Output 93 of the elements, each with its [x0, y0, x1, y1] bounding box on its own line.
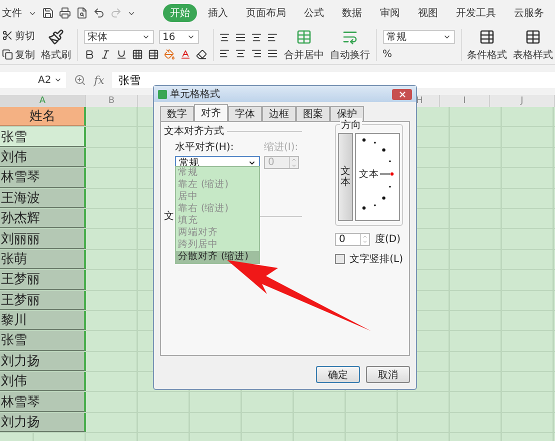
table-cell[interactable]: 王梦丽 [0, 270, 86, 290]
table-cell[interactable]: 黎川 [0, 310, 86, 330]
font-size-select[interactable]: 16 [158, 30, 198, 44]
italic-icon[interactable] [100, 49, 110, 60]
table-icon [479, 28, 495, 44]
spin-arrows-icon [289, 157, 298, 168]
cut-button[interactable]: 剪切 [2, 28, 35, 42]
table-cell[interactable]: 刘伟 [0, 372, 86, 392]
print-preview-icon[interactable] [76, 7, 88, 19]
file-menu[interactable]: 文件 [2, 6, 22, 20]
number-format-select[interactable]: 常规 [382, 30, 454, 44]
name-box[interactable]: A2 [0, 72, 66, 88]
vertical-text-button[interactable]: 文本 [338, 133, 353, 221]
ribbon-tab[interactable]: 审阅 [373, 4, 407, 22]
section-title: 文 [164, 210, 174, 223]
fill-color-icon[interactable] [164, 49, 174, 60]
border-icon[interactable] [132, 49, 142, 60]
printer-icon[interactable] [59, 7, 71, 19]
font-color-icon[interactable] [180, 49, 190, 60]
table-cell[interactable]: 刘伟 [0, 148, 86, 168]
table-header-cell: 姓名 [0, 107, 86, 126]
table-cell[interactable]: 张雪 [0, 331, 86, 351]
app-icon [158, 90, 167, 98]
ribbon-tab[interactable]: 插入 [201, 4, 235, 22]
ribbon-tab[interactable]: 页面布局 [239, 4, 293, 22]
copy-button[interactable]: 复制 [2, 48, 35, 62]
align-middle-icon[interactable] [235, 32, 246, 42]
table-cell[interactable]: 刘力扬 [0, 352, 86, 372]
conditional-format-button[interactable]: 条件格式 [467, 28, 507, 62]
dialog-tab[interactable]: 图案 [296, 106, 330, 121]
table-cell[interactable]: 林雪琴 [0, 392, 86, 412]
dialog-tab[interactable]: 数字 [160, 106, 194, 121]
brush-icon [48, 28, 64, 44]
table-cell[interactable]: 林雪琴 [0, 168, 86, 188]
cell-style-icon[interactable] [148, 49, 158, 60]
copy-icon [2, 49, 13, 60]
spin-arrows-icon [360, 234, 369, 244]
wrap-text-button[interactable]: 自动换行 [330, 28, 370, 62]
align-center-icon[interactable] [235, 48, 246, 58]
ribbon-tab[interactable]: 公式 [297, 4, 331, 22]
dialog-button[interactable]: 确定 [316, 366, 360, 383]
checkbox[interactable] [335, 254, 345, 264]
degrees-spinner[interactable]: 0 [335, 232, 370, 246]
dropdown-option[interactable]: 分散对齐 (缩进) [176, 251, 259, 263]
field-label: 度(D) [375, 232, 401, 246]
table-cell[interactable]: 张雪 [0, 127, 86, 147]
align-right-icon[interactable] [251, 48, 262, 58]
undo-icon[interactable] [93, 7, 105, 19]
dialog-tab[interactable]: 对齐 [194, 104, 228, 121]
table-cell[interactable]: 刘力扬 [0, 412, 86, 432]
font-select[interactable]: 宋体 [84, 30, 154, 44]
dialog-title: 单元格格式 [170, 88, 220, 101]
justify-icon[interactable] [267, 48, 278, 58]
section-title: 文本对齐方式 [164, 124, 224, 138]
dialog-button[interactable]: 取消 [366, 366, 410, 383]
table-cell[interactable]: 刘丽丽 [0, 229, 86, 249]
bold-icon[interactable] [84, 49, 94, 60]
caret-icon [142, 33, 150, 41]
table-cell[interactable]: 王海波 [0, 188, 86, 208]
underline-icon[interactable] [116, 49, 126, 60]
section-title: 方向 [340, 118, 362, 132]
percent-button[interactable]: % [382, 49, 392, 60]
align-left-icon[interactable] [219, 48, 230, 58]
caret-icon [248, 158, 256, 166]
field-label: 缩进(I): [264, 140, 299, 154]
close-button[interactable] [392, 88, 412, 100]
orientation-dial[interactable]: 文本 [355, 133, 400, 221]
table-cell[interactable]: 张萌 [0, 250, 86, 270]
wrap-text-icon [342, 28, 358, 44]
field-label: 水平对齐(H): [175, 140, 235, 154]
checkbox-label: 文字竖排(L) [350, 252, 403, 266]
table-cell[interactable]: 孙杰辉 [0, 208, 86, 228]
ribbon-tab[interactable]: 视图 [411, 4, 445, 22]
ribbon-tab[interactable]: 数据 [335, 4, 369, 22]
eraser-icon[interactable] [196, 49, 206, 60]
caret-icon [54, 76, 62, 84]
save-icon[interactable] [42, 7, 54, 19]
close-icon [398, 90, 406, 98]
caret-icon [186, 33, 194, 41]
table-style-button[interactable]: 表格样式 [513, 28, 553, 62]
dialog-tab[interactable]: 边框 [262, 106, 296, 121]
dialog-tab[interactable]: 字体 [228, 106, 262, 121]
caret-icon [442, 33, 450, 41]
zoom-icon[interactable] [74, 74, 86, 86]
format-painter-button[interactable]: 格式刷 [41, 28, 71, 62]
ribbon-tab[interactable]: 开发工具 [449, 4, 503, 22]
ribbon-tab[interactable]: 云服务 [507, 4, 551, 22]
merge-cells-icon [296, 28, 312, 44]
scissors-icon [2, 30, 13, 41]
fx-label: fx [94, 74, 104, 86]
merge-center-button[interactable]: 合并居中 [284, 28, 324, 62]
table-grid-icon [525, 28, 541, 44]
table-cell[interactable]: 王梦丽 [0, 290, 86, 310]
